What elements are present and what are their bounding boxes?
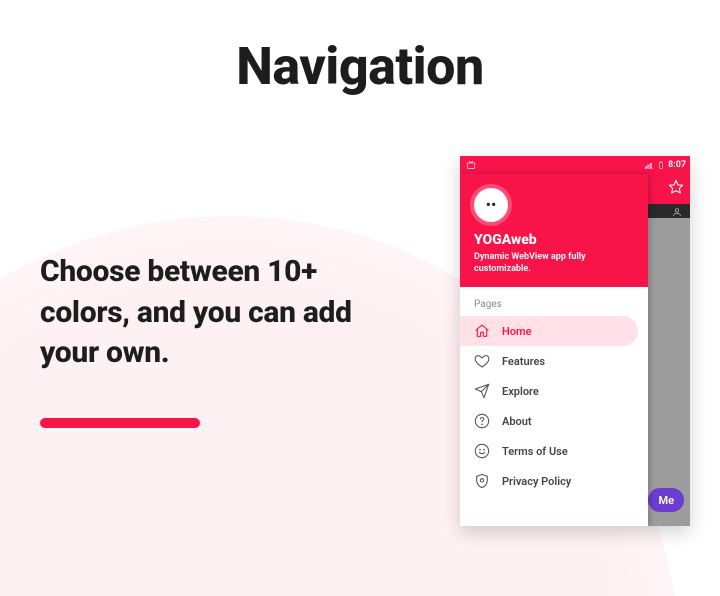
- drawer-body: Pages Home Features Explore: [460, 287, 648, 526]
- avatar: ••: [474, 188, 508, 222]
- navigation-drawer: •• YOGAweb Dynamic WebView app fully cus…: [460, 174, 648, 526]
- tv-icon: [466, 160, 476, 170]
- shield-icon: [474, 473, 490, 489]
- fab-button[interactable]: Me: [648, 488, 684, 512]
- signal-icon: [644, 160, 654, 170]
- fab-label: Me: [658, 494, 674, 507]
- face-icon: ••: [486, 197, 497, 213]
- accent-underline: [40, 418, 200, 428]
- drawer-header: •• YOGAweb Dynamic WebView app fully cus…: [460, 174, 648, 287]
- nav-item-about[interactable]: About: [460, 406, 648, 436]
- nav-item-label: Explore: [502, 385, 539, 398]
- nav-item-label: Terms of Use: [502, 445, 568, 458]
- nav-item-terms[interactable]: Terms of Use: [460, 436, 648, 466]
- drawer-app-name: YOGAweb: [474, 232, 634, 248]
- battery-icon: [657, 160, 665, 170]
- home-icon: [474, 323, 490, 339]
- help-icon: [474, 413, 490, 429]
- nav-item-label: About: [502, 415, 532, 428]
- phone-mockup: 8:07 Me •• YOGAweb Dynamic WebView app f…: [460, 156, 690, 526]
- drawer-subtitle: Dynamic WebView app fully customizable.: [474, 252, 634, 275]
- page-title: Navigation: [0, 36, 720, 97]
- nav-item-home[interactable]: Home: [460, 316, 638, 346]
- star-icon[interactable]: [668, 179, 684, 199]
- nav-item-label: Home: [502, 325, 532, 338]
- nav-item-label: Features: [502, 355, 545, 368]
- status-bar: 8:07: [460, 156, 690, 174]
- tagline-text: Choose between 10+ colors, and you can a…: [40, 252, 400, 374]
- nav-item-explore[interactable]: Explore: [460, 376, 648, 406]
- nav-item-label: Privacy Policy: [502, 475, 571, 488]
- heart-icon: [474, 353, 490, 369]
- nav-item-features[interactable]: Features: [460, 346, 648, 376]
- drawer-section-label: Pages: [460, 297, 648, 316]
- status-time: 8:07: [668, 160, 686, 170]
- smile-icon: [474, 443, 490, 459]
- user-icon: [672, 202, 682, 221]
- send-icon: [474, 383, 490, 399]
- nav-item-privacy[interactable]: Privacy Policy: [460, 466, 648, 496]
